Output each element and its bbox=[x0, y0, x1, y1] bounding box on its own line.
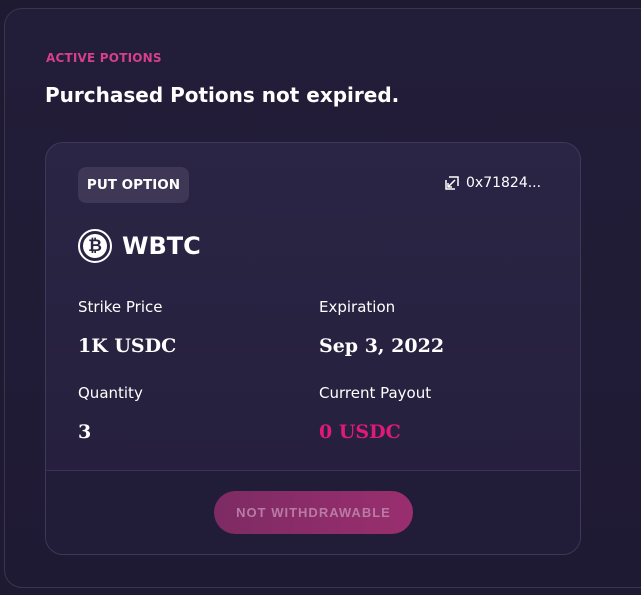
quantity-value: 3 bbox=[78, 421, 92, 443]
current-payout-label: Current Payout bbox=[319, 384, 432, 402]
withdraw-button[interactable]: NOT WITHDRAWABLE bbox=[214, 491, 413, 534]
option-type-badge: PUT OPTION bbox=[78, 167, 189, 203]
contract-address: 0x71824... bbox=[466, 175, 542, 191]
contract-address-link[interactable]: 0x71824... bbox=[444, 175, 541, 191]
current-payout-value: 0 USDC bbox=[319, 421, 401, 443]
section-heading: Purchased Potions not expired. bbox=[45, 83, 400, 107]
bitcoin-icon: ₿ bbox=[78, 229, 112, 263]
external-link-icon bbox=[444, 175, 460, 191]
asset-name: WBTC bbox=[122, 232, 201, 260]
option-card: PUT OPTION 0x71824... ₿ WBTC Strike Pric… bbox=[45, 142, 581, 555]
section-eyebrow: ACTIVE POTIONS bbox=[46, 51, 162, 65]
expiration-value: Sep 3, 2022 bbox=[319, 335, 445, 357]
asset-header: ₿ WBTC bbox=[78, 229, 201, 263]
quantity-label: Quantity bbox=[78, 384, 143, 402]
strike-price-value: 1K USDC bbox=[78, 335, 177, 357]
expiration-label: Expiration bbox=[319, 298, 396, 316]
bitcoin-glyph: ₿ bbox=[83, 234, 107, 258]
strike-price-label: Strike Price bbox=[78, 298, 163, 316]
